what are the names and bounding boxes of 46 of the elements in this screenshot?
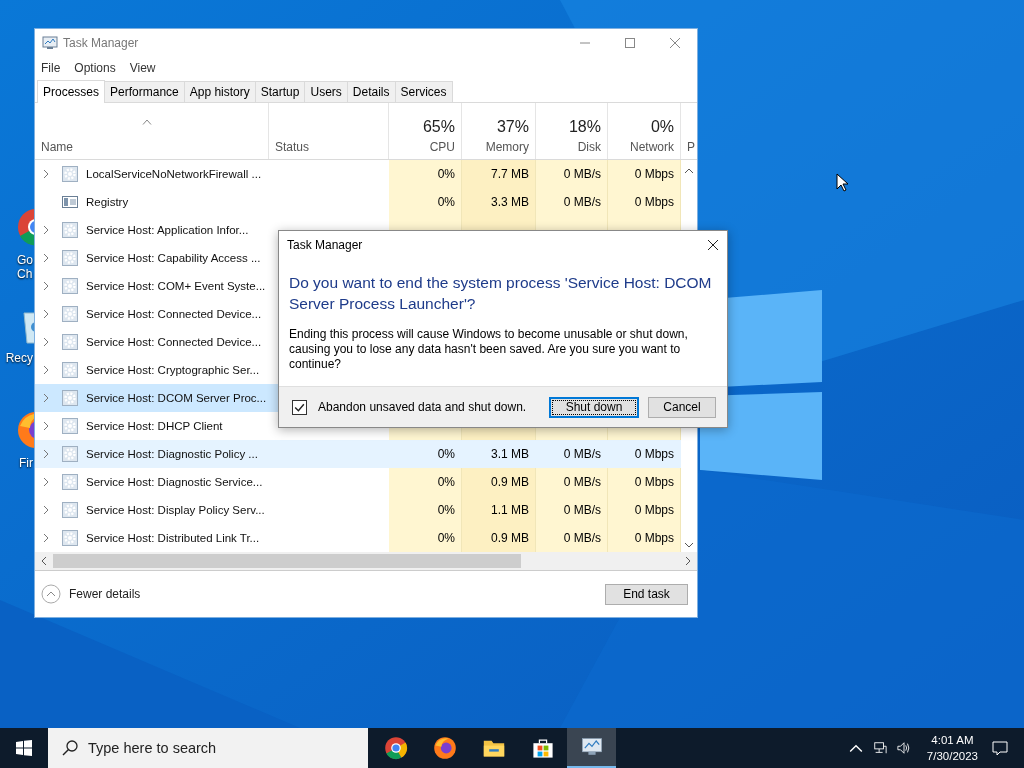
table-cell: 0% bbox=[389, 188, 462, 216]
process-name: LocalServiceNoNetworkFirewall ... bbox=[86, 168, 262, 180]
process-name: Service Host: COM+ Event Syste... bbox=[86, 280, 266, 292]
table-cell: 0 MB/s bbox=[536, 496, 608, 524]
table-cell: 0 Mbps bbox=[608, 160, 681, 188]
table-cell: 0 Mbps bbox=[608, 524, 681, 552]
process-name: Service Host: Connected Device... bbox=[86, 336, 262, 348]
dialog-title: Task Manager bbox=[287, 238, 363, 252]
table-cell: 0 Mbps bbox=[608, 188, 681, 216]
search-placeholder: Type here to search bbox=[88, 740, 217, 756]
column-percent: 65% bbox=[422, 118, 455, 136]
process-name: Service Host: Display Policy Serv... bbox=[86, 504, 265, 516]
process-name: Service Host: DHCP Client bbox=[86, 420, 223, 432]
window-title: Task Manager bbox=[63, 36, 139, 50]
table-cell: 0.9 MB bbox=[462, 524, 536, 552]
process-name: Service Host: Capability Access ... bbox=[86, 252, 261, 264]
table-cell: 0 Mbps bbox=[608, 468, 681, 496]
table-cell: 0% bbox=[389, 160, 462, 188]
table-cell: 0 Mbps bbox=[608, 496, 681, 524]
process-name: Service Host: Cryptographic Ser... bbox=[86, 364, 260, 376]
table-cell: 3.3 MB bbox=[462, 188, 536, 216]
process-name: Service Host: Application Infor... bbox=[86, 224, 249, 236]
process-name: Service Host: Diagnostic Service... bbox=[86, 476, 263, 488]
table-cell: 0 MB/s bbox=[536, 524, 608, 552]
process-name: Service Host: Diagnostic Policy ... bbox=[86, 448, 258, 460]
table-cell: 0 MB/s bbox=[536, 160, 608, 188]
table-cell: 0 MB/s bbox=[536, 188, 608, 216]
table-cell: 1.1 MB bbox=[462, 496, 536, 524]
column-percent: 37% bbox=[496, 118, 529, 136]
desktop-icon-label: Recy bbox=[5, 351, 34, 365]
process-name: Service Host: DCOM Server Proc... bbox=[86, 392, 267, 404]
table-cell: 0.9 MB bbox=[462, 468, 536, 496]
table-cell: 0% bbox=[389, 468, 462, 496]
process-name: Service Host: Distributed Link Tr... bbox=[86, 532, 260, 544]
table-cell: 7.7 MB bbox=[462, 160, 536, 188]
dialog-heading: Do you want to end the system process 'Service Host: DCOM Server Process Launcher'? bbox=[288, 273, 713, 314]
table-cell: 0% bbox=[389, 496, 462, 524]
dialog-message: Ending this process will cause Windows to become unusable or shut down, causing you to lose any data hasn't been saved. Are you sure you want to continue? bbox=[288, 326, 689, 372]
desktop-icon-label: Fir bbox=[19, 456, 34, 470]
desktop-icon-label: Go Ch bbox=[17, 253, 34, 281]
column-percent: 18% bbox=[568, 118, 601, 136]
process-name: Service Host: Connected Device... bbox=[86, 308, 262, 320]
table-cell: 0 MB/s bbox=[536, 468, 608, 496]
table-cell: 0% bbox=[389, 524, 462, 552]
column-percent: 0% bbox=[650, 118, 674, 136]
process-name: Registry bbox=[86, 196, 129, 208]
